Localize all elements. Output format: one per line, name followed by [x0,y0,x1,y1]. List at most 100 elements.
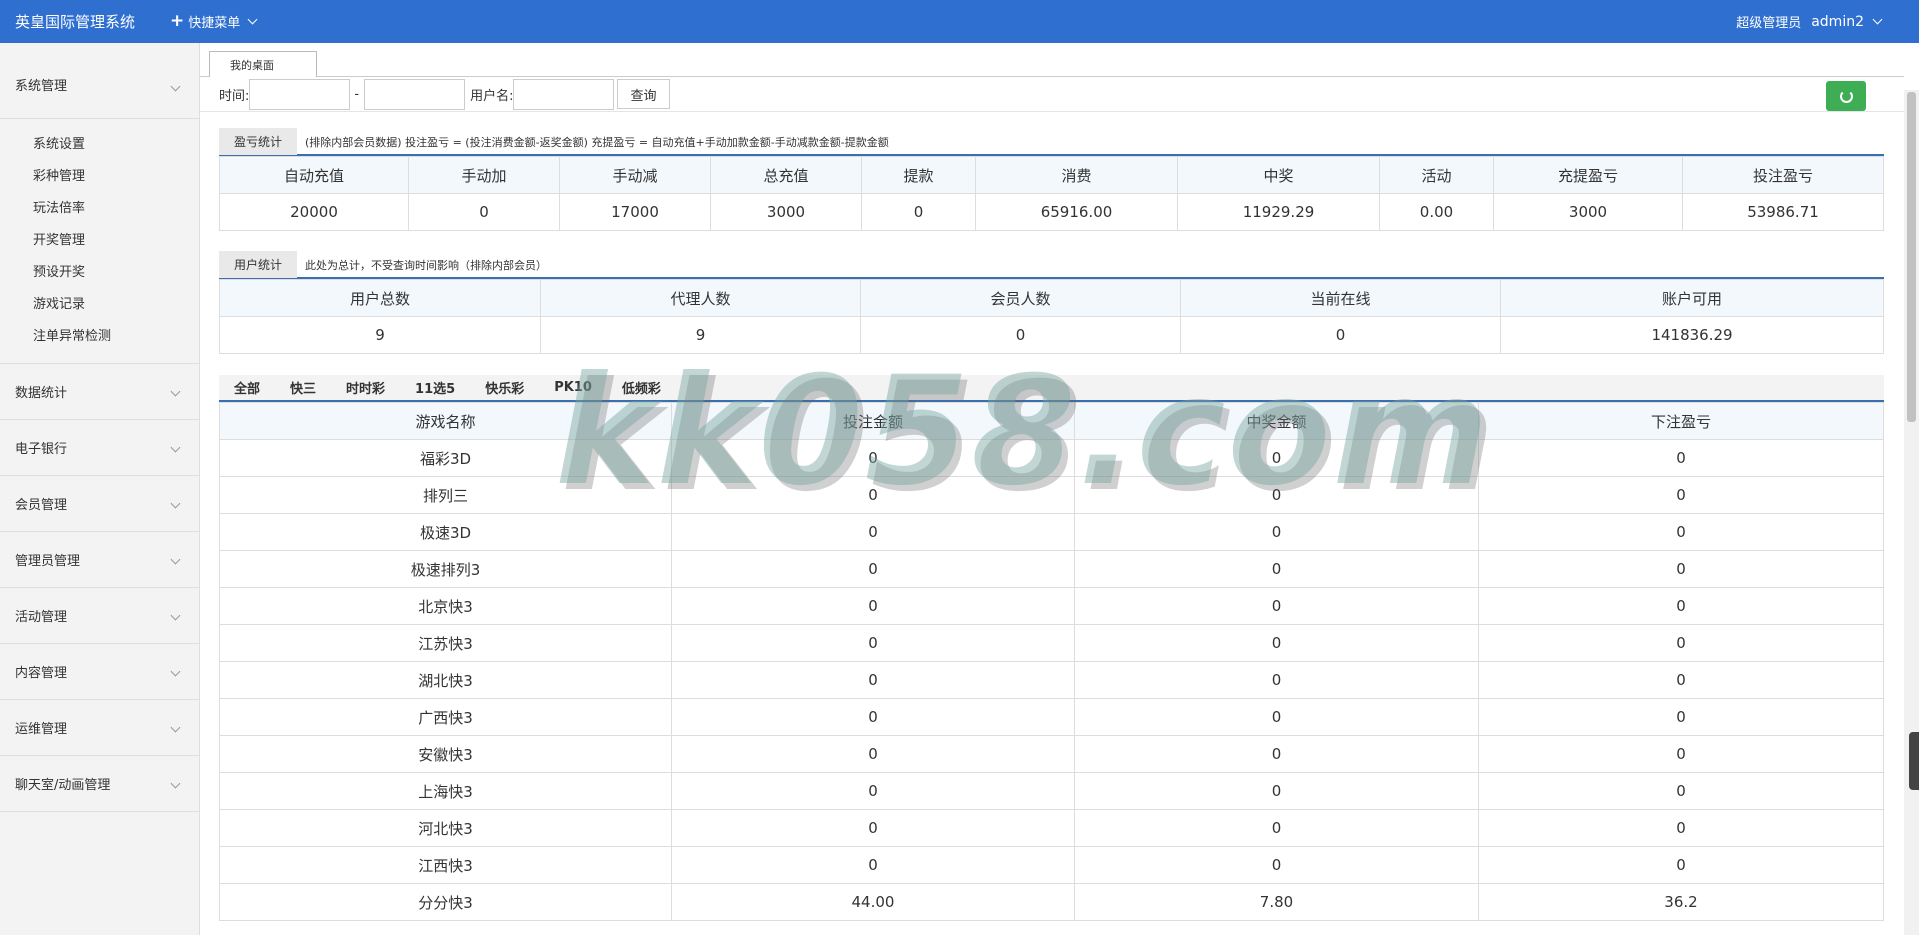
chevron-down-icon [170,722,181,733]
table-cell: 0 [671,587,1075,625]
sidebar-group-label: 系统管理 [15,79,68,94]
table-cell: 0 [671,476,1075,514]
tab-low-freq[interactable]: 低频彩 [607,378,676,397]
profit-cell: 3000 [710,193,862,231]
table-cell: 0 [671,550,1075,588]
table-cell: 上海快3 [219,772,672,810]
quick-menu-label: 快捷菜单 [188,16,241,31]
table-cell: 0 [1074,846,1479,884]
sidebar-group-admins[interactable]: 管理员管理 [0,532,199,588]
user-cell: 9 [219,316,541,354]
scrollbar-thumb[interactable] [1907,92,1916,422]
tab-pk10[interactable]: PK10 [539,380,607,395]
sidebar-group-content[interactable]: 内容管理 [0,644,199,700]
user-area[interactable]: 超级管理员 admin2 [1736,0,1883,43]
user-cell: 0 [860,316,1181,354]
games-header: 下注盈亏 [1478,402,1884,440]
main-content: 我的桌面 时间: - 用户名: 查询 盈亏统计 (排除内部会员数据) 投注盈亏 … [200,43,1904,935]
table-cell: 0 [671,661,1075,699]
table-cell: 0 [1478,698,1884,736]
start-time-input[interactable] [249,78,351,110]
chevron-down-icon [170,81,181,92]
tab-11x5[interactable]: 11选5 [400,378,470,397]
tab-happy[interactable]: 快乐彩 [470,378,539,397]
user-cell: 9 [540,316,861,354]
table-cell: 0 [1074,513,1479,551]
sidebar-item-play-odds[interactable]: 玩法倍率 [0,193,199,225]
tab-k3[interactable]: 快三 [275,378,331,397]
scrollbar[interactable] [1904,90,1919,935]
sidebar-item-draw-management[interactable]: 开奖管理 [0,225,199,257]
user-header: 当前在线 [1180,279,1501,317]
table-cell: 分分快3 [219,883,672,921]
profit-section-header: 盈亏统计 (排除内部会员数据) 投注盈亏 = (投注消费金额-返奖金额) 充提盈… [219,128,1884,156]
table-row: 广西快3 0 0 0 [219,698,1884,736]
table-cell: 湖北快3 [219,661,672,699]
games-header: 游戏名称 [219,402,672,440]
profit-header: 提款 [861,156,976,194]
sidebar-group-chatroom[interactable]: 聊天室/动画管理 [0,756,199,812]
sidebar-group-members[interactable]: 会员管理 [0,476,199,532]
chevron-down-icon [170,666,181,677]
username-input[interactable] [513,78,615,110]
chevron-down-icon [170,554,181,565]
table-cell: 福彩3D [219,439,672,477]
sidebar-item-preset-draw[interactable]: 预设开奖 [0,257,199,289]
sidebar-group-statistics[interactable]: 数据统计 [0,364,199,420]
table-cell: 江苏快3 [219,624,672,662]
profit-section-label: 盈亏统计 [219,128,298,155]
table-cell: 0 [1074,772,1479,810]
sidebar-group-ops[interactable]: 运维管理 [0,700,199,756]
user-header: 用户总数 [219,279,541,317]
table-cell: 0 [1478,550,1884,588]
table-row: 安徽快3 0 0 0 [219,735,1884,773]
username[interactable]: admin2 [1811,14,1864,30]
table-cell: 0 [1478,439,1884,477]
user-header: 代理人数 [540,279,861,317]
table-cell: 44.00 [671,883,1075,921]
games-table: 游戏名称 投注金额 中奖金额 下注盈亏 福彩3D 0 0 0 排列三 0 0 0 极速3D 0 0 0… [219,402,1884,921]
user-section-header: 用户统计 此处为总计，不受查询时间影响（排除内部会员） [219,251,1884,279]
profit-section-note: (排除内部会员数据) 投注盈亏 = (投注消费金额-返奖金额) 充提盈亏 = 自… [305,135,889,149]
table-row: 江苏快3 0 0 0 [219,624,1884,662]
sidebar-item-lottery-types[interactable]: 彩种管理 [0,161,199,193]
sidebar: 系统管理 系统设置 彩种管理 玩法倍率 开奖管理 预设开奖 游戏记录 注单异常检… [0,43,200,935]
table-cell: 安徽快3 [219,735,672,773]
table-cell: 0 [1074,624,1479,662]
refresh-button[interactable] [1826,81,1866,111]
side-widget[interactable] [1909,732,1919,790]
profit-cell: 65916.00 [975,193,1178,231]
table-cell: 0 [1478,772,1884,810]
table-cell: 极速排列3 [219,550,672,588]
table-cell: 0 [671,624,1075,662]
tab-all[interactable]: 全部 [219,378,275,397]
query-button[interactable]: 查询 [617,79,670,109]
table-cell: 0 [1478,513,1884,551]
chevron-down-icon[interactable] [1872,14,1883,25]
profit-cell: 0.00 [1379,193,1494,231]
sidebar-item-system-settings[interactable]: 系统设置 [0,129,199,161]
sidebar-group-activities[interactable]: 活动管理 [0,588,199,644]
sidebar-submenu: 系统设置 彩种管理 玩法倍率 开奖管理 预设开奖 游戏记录 注单异常检测 [0,119,199,364]
profit-cell: 53986.71 [1682,193,1884,231]
sidebar-group-system[interactable]: 系统管理 [0,75,199,119]
sidebar-group-label: 数据统计 [15,386,68,401]
profit-header: 手动减 [559,156,711,194]
tab-my-desktop[interactable]: 我的桌面 [209,51,317,78]
username-label: 用户名: [470,88,514,104]
profit-cell: 17000 [559,193,711,231]
table-cell: 0 [1478,846,1884,884]
quick-menu-button[interactable]: + 快捷菜单 [170,12,258,31]
user-header: 会员人数 [860,279,1181,317]
table-cell: 0 [1478,476,1884,514]
tab-ssc[interactable]: 时时彩 [331,378,400,397]
sidebar-group-ebank[interactable]: 电子银行 [0,420,199,476]
table-cell: 0 [671,513,1075,551]
sidebar-item-game-records[interactable]: 游戏记录 [0,289,199,321]
sidebar-item-bet-anomaly[interactable]: 注单异常检测 [0,321,199,353]
profit-table: 自动充值 手动加 手动减 总充值 提款 消费 中奖 活动 充提盈亏 投注盈亏 2… [219,156,1884,231]
end-time-input[interactable] [364,78,466,110]
table-cell: 0 [671,809,1075,847]
table-row: 北京快3 0 0 0 [219,587,1884,625]
profit-cell: 20000 [219,193,409,231]
